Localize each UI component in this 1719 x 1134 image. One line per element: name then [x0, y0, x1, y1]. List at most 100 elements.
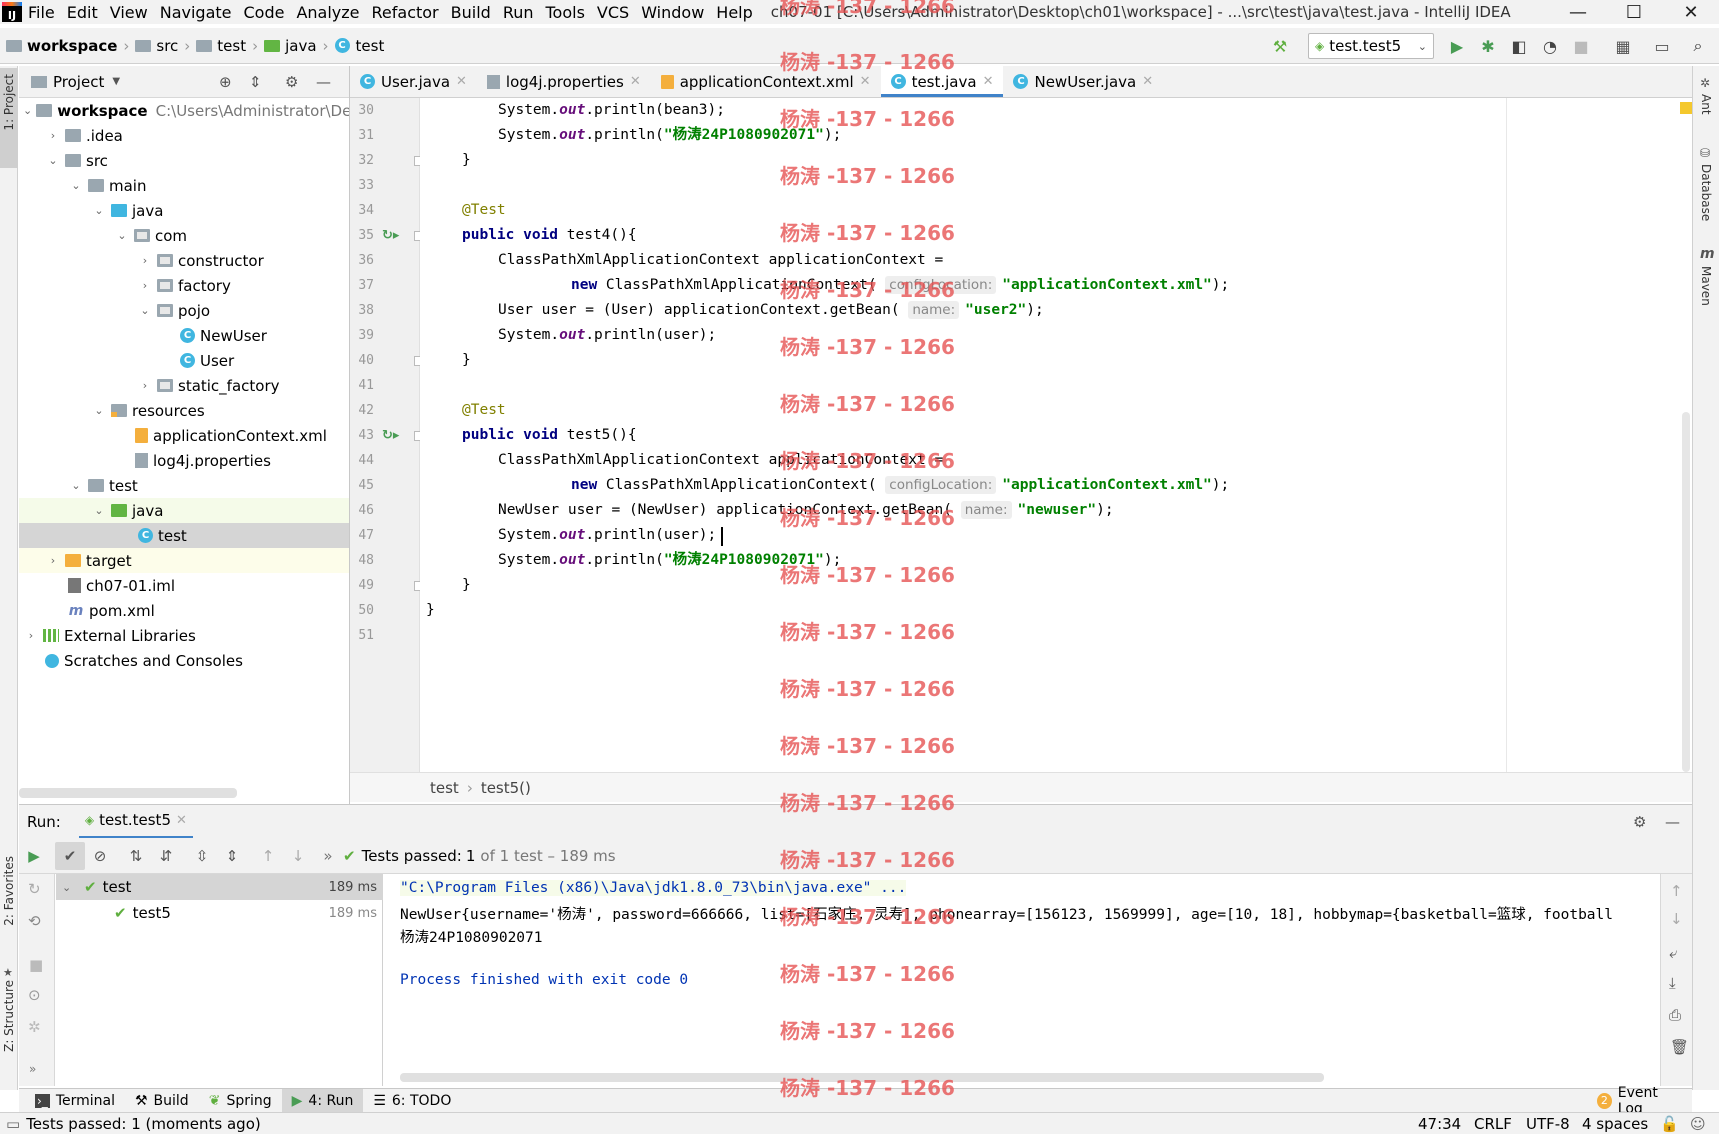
spring-tool-button[interactable]: ❦ Spring [199, 1089, 282, 1113]
tree-row[interactable]: › .idea [19, 123, 349, 148]
arrow-down-icon[interactable]: ↓ [283, 842, 313, 870]
camera-icon[interactable]: ⊙ [28, 986, 41, 1004]
breadcrumb-class[interactable]: test [430, 779, 459, 797]
crumb-src[interactable]: src › [135, 37, 190, 55]
close-icon[interactable]: ✕ [860, 74, 871, 89]
scroll-to-end-icon[interactable]: ⤓ [1669, 974, 1676, 992]
database-tool-tab[interactable]: Database [1699, 164, 1713, 221]
menu-build[interactable]: Build [445, 3, 497, 22]
show-passed-icon[interactable]: ✔ [55, 841, 85, 870]
ant-tool-tab[interactable]: Ant [1699, 94, 1713, 115]
close-icon[interactable]: ✕ [983, 74, 994, 89]
project-structure-icon[interactable]: ▦ [1613, 36, 1633, 56]
chevron-down-icon[interactable]: ⌄ [91, 204, 107, 217]
chevron-down-icon[interactable]: ⌄ [68, 479, 84, 492]
line-separator[interactable]: CRLF [1474, 1115, 1512, 1133]
arrow-up-icon[interactable]: ↑ [253, 842, 283, 870]
refresh-icon[interactable]: ⟲ [28, 912, 41, 930]
build-tool-button[interactable]: ⚒ Build [125, 1089, 199, 1113]
code-editor[interactable]: System.out.println(bean3); System.out.pr… [420, 98, 1682, 772]
lock-icon[interactable]: 🔓 [1660, 1115, 1679, 1133]
chevron-down-icon[interactable]: ⌄ [137, 304, 153, 317]
settings-icon[interactable]: ✲ [28, 1018, 41, 1036]
tree-row[interactable]: ⌄ src [19, 148, 349, 173]
arrow-down-icon[interactable]: ↓ [1670, 910, 1683, 928]
tree-row[interactable]: ⌄ com [19, 223, 349, 248]
run-config-select[interactable]: ◈ test.test5 ⌄ [1308, 33, 1434, 59]
tree-row[interactable]: ⌄ test [19, 473, 349, 498]
chevron-down-icon[interactable]: ⌄ [45, 154, 61, 167]
tree-row[interactable]: Scratches and Consoles [19, 648, 349, 673]
console-horizontal-scrollbar[interactable] [400, 1073, 1324, 1082]
tree-row[interactable]: m pom.xml [19, 598, 349, 623]
arrow-up-icon[interactable]: ↑ [1670, 882, 1683, 900]
run-test-icon[interactable]: ↻▸ [382, 228, 399, 243]
menu-window[interactable]: Window [635, 3, 710, 22]
chevron-right-icon[interactable]: › [45, 129, 61, 142]
tree-row-selected[interactable]: C test [19, 523, 349, 548]
more-icon[interactable]: » [29, 1062, 36, 1076]
caret-position[interactable]: 47:34 [1418, 1115, 1461, 1133]
hammer-icon[interactable]: ⚒ [1270, 36, 1290, 56]
menu-refactor[interactable]: Refactor [366, 3, 445, 22]
chevron-down-icon[interactable]: ▼ [112, 76, 120, 87]
tree-row[interactable]: ⌄ workspace C:\Users\Administrator\De [19, 98, 349, 123]
close-icon[interactable]: ✕ [456, 74, 467, 89]
collapse-all-icon[interactable]: ⇕ [249, 73, 262, 91]
menu-file[interactable]: File [22, 3, 61, 22]
close-window-button[interactable]: ✕ [1663, 0, 1719, 24]
menu-help[interactable]: Help [710, 3, 758, 22]
tree-row[interactable]: ⌄ pojo [19, 298, 349, 323]
test-case-row[interactable]: ✔ test5 189 ms [56, 900, 383, 926]
close-icon[interactable]: ✕ [176, 813, 187, 828]
stop-icon[interactable]: ■ [1571, 36, 1591, 56]
project-horizontal-scrollbar[interactable] [19, 788, 237, 798]
sort-duration-icon[interactable]: ⇵ [151, 842, 181, 870]
tab-log4j-properties[interactable]: log4j.properties ✕ [477, 66, 651, 97]
tree-row[interactable]: › factory [19, 273, 349, 298]
layout-icon[interactable]: ▭ [1652, 36, 1672, 56]
chevron-right-icon[interactable]: › [137, 379, 153, 392]
project-tool-tab[interactable]: 1: Project [2, 74, 16, 131]
test-suite-row[interactable]: ⌄ ✔ test 189 ms [56, 874, 383, 900]
chevron-down-icon[interactable]: ⌄ [62, 881, 78, 894]
debug-icon[interactable]: ✱ [1478, 36, 1498, 56]
crumb-workspace[interactable]: workspace › [6, 37, 129, 55]
chevron-down-icon[interactable]: ⌄ [23, 104, 32, 117]
tab-applicationcontext-xml[interactable]: applicationContext.xml ✕ [651, 66, 881, 97]
console-output[interactable]: "C:\Program Files (x86)\Java\jdk1.8.0_73… [384, 874, 1660, 1086]
menu-edit[interactable]: Edit [61, 3, 104, 22]
run-tab[interactable]: ◈ test.test5 ✕ [78, 805, 193, 839]
chevron-down-icon[interactable]: ⌄ [114, 229, 130, 242]
minimize-button[interactable]: — [1550, 0, 1606, 24]
menu-analyze[interactable]: Analyze [290, 3, 365, 22]
menu-vcs[interactable]: VCS [591, 3, 635, 22]
chevron-down-icon[interactable]: ⌄ [91, 404, 107, 417]
structure-tool-tab[interactable]: Z: Structure [2, 980, 16, 1052]
menu-navigate[interactable]: Navigate [154, 3, 238, 22]
coverage-icon[interactable]: ◧ [1509, 36, 1529, 56]
run-icon[interactable]: ▶ [1447, 36, 1467, 56]
menu-tools[interactable]: Tools [540, 3, 591, 22]
tab-newuser-java[interactable]: C NewUser.java ✕ [1003, 66, 1163, 97]
close-icon[interactable]: ✕ [630, 74, 641, 89]
gear-icon[interactable]: ⚙ [285, 73, 298, 91]
chevron-right-icon[interactable]: › [23, 629, 39, 642]
tab-test-java[interactable]: C test.java ✕ [880, 66, 1004, 97]
tree-row[interactable]: ch07-01.iml [19, 573, 349, 598]
sort-alpha-icon[interactable]: ⇅ [121, 842, 151, 870]
menu-run[interactable]: Run [497, 3, 540, 22]
terminal-tool-button[interactable]: ›_ Terminal [25, 1089, 125, 1113]
gear-icon[interactable]: ⚙ [1633, 813, 1646, 831]
crumb-java[interactable]: java › [264, 37, 329, 55]
status-message[interactable]: Tests passed: 1 (moments ago) [26, 1115, 261, 1133]
crumb-test[interactable]: test › [196, 37, 258, 55]
tree-row[interactable]: ⌄ java [19, 498, 349, 523]
breadcrumb-method[interactable]: test5() [481, 779, 531, 797]
tree-row[interactable]: › target [19, 548, 349, 573]
soft-wrap-icon[interactable]: ⤶ [1669, 944, 1677, 962]
run-test-icon[interactable]: ↻▸ [382, 428, 399, 443]
chevron-right-icon[interactable]: › [137, 279, 153, 292]
maven-tool-tab[interactable]: Maven [1699, 266, 1713, 306]
tree-row[interactable]: ⌄ java [19, 198, 349, 223]
